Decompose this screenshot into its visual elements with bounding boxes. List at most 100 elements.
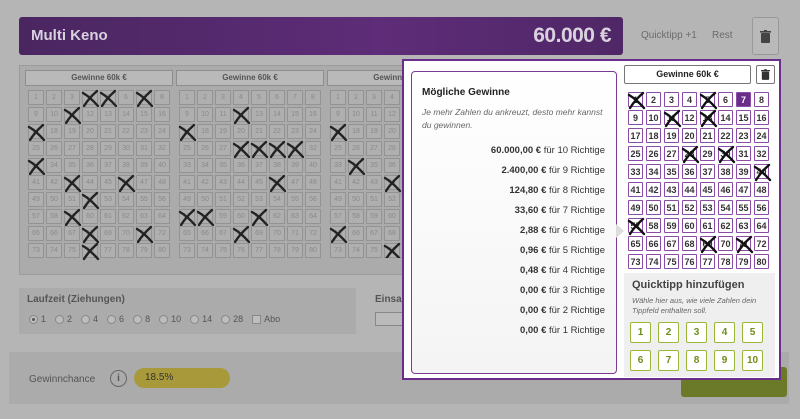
- number-cell[interactable]: 46: [117, 174, 136, 193]
- number-cell[interactable]: 24: [154, 124, 170, 139]
- number-cell[interactable]: 45: [100, 175, 116, 190]
- number-cell[interactable]: 7: [736, 92, 751, 107]
- number-cell[interactable]: 60: [233, 209, 249, 224]
- number-cell[interactable]: 17: [27, 123, 46, 142]
- number-cell[interactable]: 18: [197, 124, 213, 139]
- number-cell[interactable]: 47: [736, 182, 751, 197]
- number-cell[interactable]: 64: [754, 218, 769, 233]
- number-cell[interactable]: 29: [250, 140, 269, 159]
- number-cell[interactable]: 21: [100, 124, 116, 139]
- number-cell[interactable]: 26: [348, 141, 364, 156]
- number-cell[interactable]: 11: [663, 109, 682, 128]
- number-cell[interactable]: 30: [268, 140, 287, 159]
- number-cell[interactable]: 44: [233, 175, 249, 190]
- number-cell[interactable]: 80: [154, 243, 170, 258]
- tip-field-1[interactable]: Gewinne 60k € 1 2 3 4 5 6 7 8 9 10 11 12 13 14 15 16 17 1…: [25, 70, 173, 261]
- number-cell[interactable]: 57: [330, 209, 346, 224]
- duration-option-2[interactable]: 2: [55, 314, 72, 325]
- number-cell[interactable]: 26: [46, 141, 62, 156]
- number-cell[interactable]: 25: [628, 146, 643, 161]
- number-cell[interactable]: 1: [330, 90, 346, 105]
- number-cell[interactable]: 16: [154, 107, 170, 122]
- number-cell[interactable]: 43: [366, 175, 382, 190]
- number-cell[interactable]: 61: [100, 209, 116, 224]
- number-cell[interactable]: 5: [699, 91, 718, 110]
- number-cell[interactable]: 60: [682, 218, 697, 233]
- number-cell[interactable]: 18: [46, 124, 62, 139]
- info-icon[interactable]: i: [110, 370, 127, 387]
- number-cell[interactable]: 12: [232, 106, 251, 125]
- number-cell[interactable]: 66: [197, 226, 213, 241]
- number-cell[interactable]: 53: [100, 192, 116, 207]
- number-cell[interactable]: 35: [215, 158, 231, 173]
- number-cell[interactable]: 25: [330, 141, 346, 156]
- number-cell[interactable]: 12: [384, 107, 400, 122]
- number-cell[interactable]: 34: [347, 157, 366, 176]
- quicktipp-option-3[interactable]: 3: [686, 322, 707, 343]
- number-cell[interactable]: 54: [718, 200, 733, 215]
- number-cell[interactable]: 63: [136, 209, 152, 224]
- clear-field-button[interactable]: [756, 65, 775, 84]
- number-cell[interactable]: 40: [753, 163, 772, 182]
- number-cell[interactable]: 18: [348, 124, 364, 139]
- number-cell[interactable]: 43: [664, 182, 679, 197]
- number-cell[interactable]: 67: [366, 226, 382, 241]
- radio-button[interactable]: [221, 315, 231, 325]
- number-cell[interactable]: 39: [736, 164, 751, 179]
- number-cell[interactable]: 4: [233, 90, 249, 105]
- number-cell[interactable]: 56: [754, 200, 769, 215]
- number-cell[interactable]: 69: [251, 226, 267, 241]
- number-cell[interactable]: 28: [232, 140, 251, 159]
- number-cell[interactable]: 23: [287, 124, 303, 139]
- radio-button[interactable]: [107, 315, 117, 325]
- number-cell[interactable]: 36: [384, 158, 400, 173]
- number-cell[interactable]: 29: [100, 141, 116, 156]
- number-cell[interactable]: 68: [384, 226, 400, 241]
- number-cell[interactable]: 70: [269, 226, 285, 241]
- number-cell[interactable]: 23: [136, 124, 152, 139]
- number-cell[interactable]: 76: [233, 243, 249, 258]
- number-cell[interactable]: 4: [384, 90, 400, 105]
- number-cell[interactable]: 51: [215, 192, 231, 207]
- duration-option-28[interactable]: 28: [221, 314, 243, 325]
- duration-option-6[interactable]: 6: [107, 314, 124, 325]
- number-cell[interactable]: 11: [366, 107, 382, 122]
- number-cell[interactable]: 30: [717, 145, 736, 164]
- number-cell[interactable]: 56: [154, 192, 170, 207]
- radio-button[interactable]: [55, 315, 65, 325]
- number-cell[interactable]: 2: [197, 90, 213, 105]
- number-cell[interactable]: 42: [197, 175, 213, 190]
- number-cell[interactable]: 1: [179, 90, 195, 105]
- number-cell[interactable]: 14: [269, 107, 285, 122]
- number-cell[interactable]: 73: [628, 254, 643, 269]
- number-cell[interactable]: 71: [735, 235, 754, 254]
- number-cell[interactable]: 50: [46, 192, 62, 207]
- quicktipp-option-9[interactable]: 9: [714, 350, 735, 371]
- number-cell[interactable]: 31: [736, 146, 751, 161]
- duration-option-8[interactable]: 8: [133, 314, 150, 325]
- number-cell[interactable]: 21: [700, 128, 715, 143]
- number-cell[interactable]: 42: [348, 175, 364, 190]
- number-cell[interactable]: 27: [215, 141, 231, 156]
- number-cell[interactable]: 46: [718, 182, 733, 197]
- number-cell[interactable]: 44: [383, 174, 402, 193]
- number-cell[interactable]: 37: [100, 158, 116, 173]
- number-cell[interactable]: 51: [366, 192, 382, 207]
- number-cell[interactable]: 41: [330, 175, 346, 190]
- number-cell[interactable]: 40: [305, 158, 321, 173]
- number-cell[interactable]: 51: [664, 200, 679, 215]
- number-cell[interactable]: 25: [28, 141, 44, 156]
- number-cell[interactable]: 3: [664, 92, 679, 107]
- number-cell[interactable]: 51: [64, 192, 80, 207]
- number-cell[interactable]: 9: [330, 107, 346, 122]
- number-cell[interactable]: 59: [215, 209, 231, 224]
- number-cell[interactable]: 65: [329, 225, 348, 244]
- number-cell[interactable]: 54: [118, 192, 134, 207]
- number-cell[interactable]: 17: [329, 123, 348, 142]
- number-cell[interactable]: 48: [154, 175, 170, 190]
- number-cell[interactable]: 5: [99, 89, 118, 108]
- number-cell[interactable]: 35: [64, 158, 80, 173]
- number-cell[interactable]: 16: [754, 110, 769, 125]
- radio-button[interactable]: [159, 315, 169, 325]
- number-cell[interactable]: 46: [268, 174, 287, 193]
